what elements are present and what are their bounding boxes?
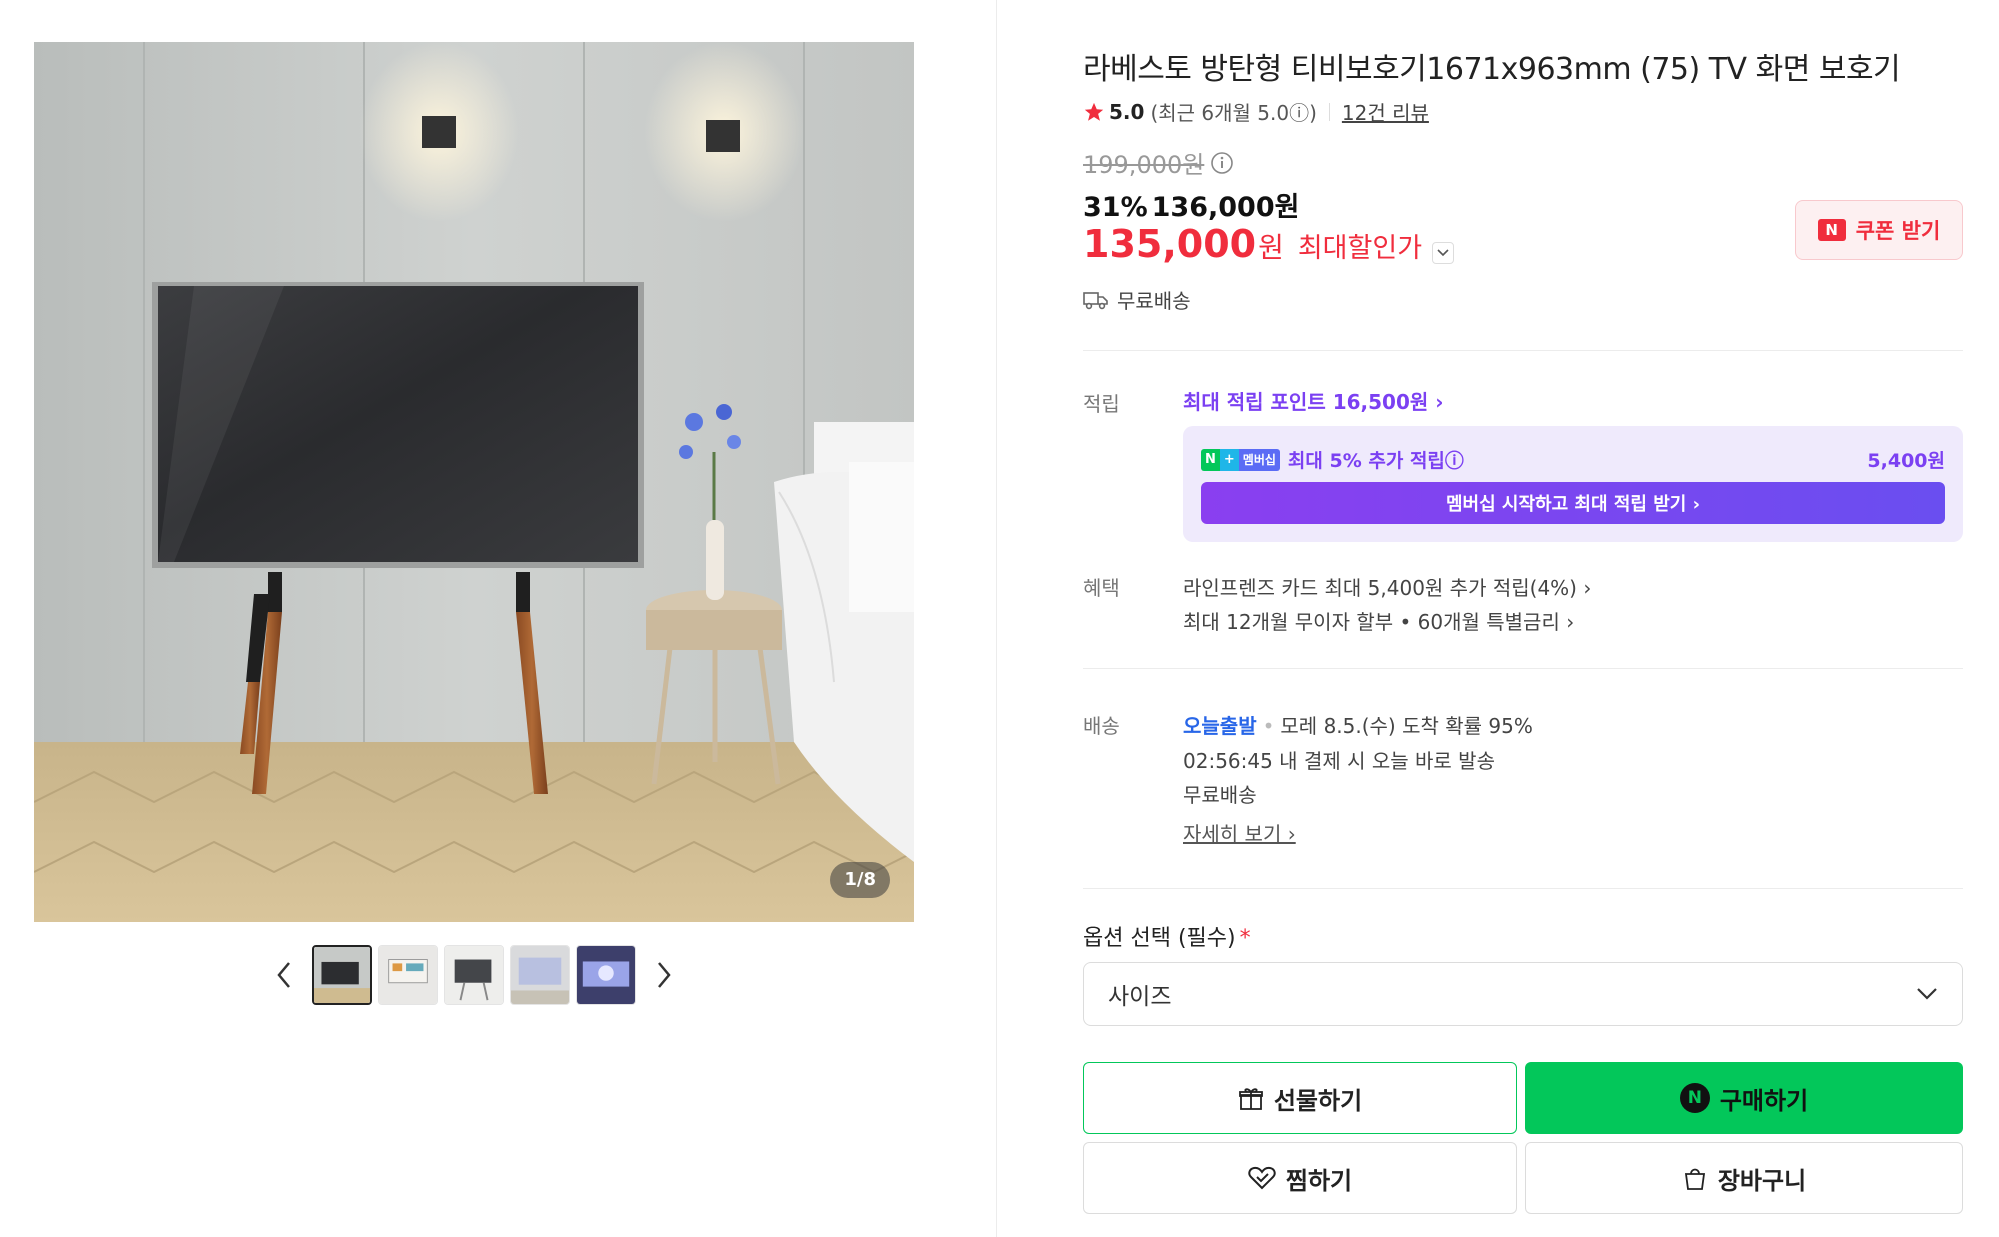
size-select-value: 사이즈 [1108,984,1172,1010]
cart-label: 장바구니 [1717,1166,1807,1195]
points-label: 적립 [1083,392,1120,416]
installment-benefit-link[interactable]: 최대 12개월 무이자 할부 • 60개월 특별금리 › [1183,606,1574,635]
naver-pay-icon: N [1679,1083,1710,1113]
original-price: 199,000원 [1083,145,1234,180]
best-price-row: 135,000 원 최대할인가 [1083,222,1455,266]
thumbnail-image [577,946,635,1004]
gift-button[interactable]: 선물하기 [1083,1062,1517,1134]
option-label-text: 옵션 선택 (필수) [1083,926,1236,951]
option-label: 옵션 선택 (필수) * [1083,920,1251,952]
thumbnail-image [445,946,503,1004]
wish-button[interactable]: 찜하기 [1083,1142,1517,1214]
buy-button[interactable]: N 구매하기 [1525,1062,1963,1134]
delivery-detail-link[interactable]: 자세히 보기 › [1183,818,1296,847]
rating-row: 5.0 (최근 6개월 5.0ⓘ) 12건 리뷰 [1083,97,1429,126]
membership-start-button[interactable]: 멤버십 시작하고 최대 적립 받기 › [1201,482,1945,524]
delivery-arrival-row: 오늘출발 • 모레 8.5.(수) 도착 확률 95% [1183,714,1533,738]
membership-text: 최대 5% 추가 적립ⓘ [1287,450,1464,472]
today-departure-tag: 오늘출발 [1183,714,1257,738]
membership-row: N + 멤버십 최대 5% 추가 적립ⓘ [1201,446,1464,473]
thumbnail-image [511,946,569,1004]
truck-icon [1083,291,1108,309]
sale-price: 136,000원 [1151,192,1300,223]
next-thumb-button[interactable] [642,944,686,1006]
cutoff-text: 02:56:45 내 결제 시 오늘 바로 발송 [1183,749,1495,773]
naver-plus-badge: N + 멤버십 [1201,448,1280,471]
gift-icon [1238,1088,1263,1110]
chevron-left-icon [277,962,290,988]
photo-counter: 1/8 [830,862,890,898]
naver-n-icon: N [1817,219,1846,241]
recent-rating[interactable]: (최근 6개월 5.0ⓘ) [1150,97,1316,126]
card-benefit-link[interactable]: 라인프렌즈 카드 최대 5,400원 추가 적립(4%) › [1183,572,1591,601]
info-icon[interactable] [1210,151,1234,175]
divider [1328,102,1330,121]
thumbnail-1[interactable] [312,945,372,1005]
product-title: 라베스토 방탄형 티비보호기1671x963mm (75) TV 화면 보호기 [1083,52,1901,87]
thumbnail-3[interactable] [444,945,504,1005]
cart-button[interactable]: 장바구니 [1525,1142,1963,1214]
coupon-label: 쿠폰 받기 [1855,219,1941,243]
best-price-unit: 원 [1258,231,1284,264]
thumbnail-strip [262,944,686,1006]
tv-stand-photo [34,42,914,922]
section-divider [1083,350,1963,351]
thumbnail-5[interactable] [576,945,636,1005]
chevron-right-icon [658,962,671,988]
membership-amount: 5,400원 [1867,450,1945,472]
buy-label: 구매하기 [1719,1086,1809,1115]
best-price-label: 최대할인가 [1297,233,1423,264]
shopping-bag-icon [1684,1168,1705,1190]
free-shipping-label: 무료배송 [1117,289,1191,313]
size-select[interactable]: 사이즈 [1083,962,1963,1026]
wish-label: 찜하기 [1285,1166,1353,1195]
product-info: 라베스토 방탄형 티비보호기1671x963mm (75) TV 화면 보호기 … [1083,0,1963,1237]
main-product-image[interactable]: 1/8 [34,42,914,922]
thumbnail-image [314,947,370,1003]
best-price-value: 135,000 [1083,222,1257,266]
section-divider [1083,668,1963,669]
thumbnail-2[interactable] [378,945,438,1005]
chevron-down-icon [1917,988,1937,1000]
thumbnail-4[interactable] [510,945,570,1005]
arrival-text: 모레 8.5.(수) 도착 확률 95% [1280,714,1533,738]
original-price-value: 199,000원 [1083,151,1205,179]
required-mark: * [1239,926,1251,951]
thumbnail-image [379,946,437,1004]
coupon-button[interactable]: N 쿠폰 받기 [1795,200,1963,260]
best-price-expand-button[interactable] [1432,242,1455,264]
benefits-label: 혜택 [1083,576,1120,600]
prev-thumb-button[interactable] [262,944,306,1006]
delivery-free-text: 무료배송 [1183,783,1257,807]
chevron-down-icon [1437,249,1449,257]
max-points-link[interactable]: 최대 적립 포인트 16,500원 › [1183,386,1443,415]
product-gallery: 1/8 [0,0,997,1237]
membership-badge-label: 멤버십 [1238,448,1280,471]
delivery-label: 배송 [1083,714,1120,738]
review-count-link[interactable]: 12건 리뷰 [1342,97,1429,126]
section-divider [1083,888,1963,889]
free-shipping-row: 무료배송 [1083,285,1191,314]
star-icon [1084,102,1104,121]
heart-check-icon [1248,1166,1276,1190]
rating-score: 5.0 [1109,99,1145,124]
discount-percent: 31% [1083,192,1148,223]
sale-price-row: 31% 136,000원 [1083,185,1299,224]
membership-box: N + 멤버십 최대 5% 추가 적립ⓘ 5,400원 멤버십 시작하고 최대 적립… [1183,426,1963,542]
gift-label: 선물하기 [1273,1086,1363,1115]
